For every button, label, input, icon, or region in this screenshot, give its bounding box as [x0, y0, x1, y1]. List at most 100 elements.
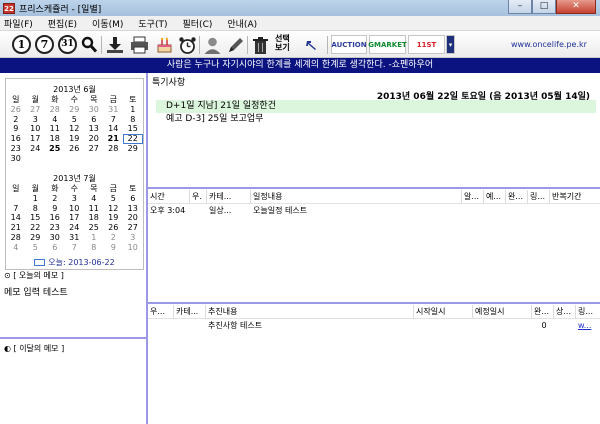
column-alarm[interactable]: 알... — [462, 190, 484, 204]
menu-tools[interactable]: 도구(T) — [138, 17, 167, 30]
month-view-button[interactable]: 31 — [58, 35, 77, 54]
calendar-day[interactable]: 25 — [84, 223, 104, 233]
calendar-day[interactable]: 18 — [84, 213, 104, 223]
trash-icon[interactable] — [250, 35, 270, 55]
memo-toggle-icon[interactable]: ⊙ — [4, 271, 11, 280]
calendar-day[interactable]: 24 — [65, 223, 85, 233]
calendar-day[interactable]: 13 — [123, 204, 143, 214]
menu-filter[interactable]: 필터(C) — [183, 17, 213, 30]
calendar-day[interactable]: 26 — [6, 105, 26, 115]
calendar-day[interactable]: 17 — [26, 134, 46, 144]
calendar-day[interactable]: 14 — [104, 124, 124, 134]
calendar-day[interactable]: 8 — [84, 243, 104, 253]
calendar-day[interactable]: 8 — [123, 115, 143, 125]
calendar-day[interactable]: 31 — [104, 105, 124, 115]
search-icon[interactable] — [80, 35, 98, 54]
column-category[interactable]: 카테... — [207, 190, 251, 204]
column-link[interactable]: 링... — [528, 190, 550, 204]
calendar-day[interactable]: 8 — [26, 204, 46, 214]
download-icon[interactable] — [105, 35, 125, 55]
calendar-day[interactable]: 4 — [84, 194, 104, 204]
calendar-day[interactable]: 15 — [123, 124, 143, 134]
calendar-day[interactable]: 30 — [45, 233, 65, 243]
menu-edit[interactable]: 편집(E) — [48, 17, 77, 30]
calendar-day[interactable]: 7 — [6, 204, 26, 214]
calendar-day[interactable]: 17 — [65, 213, 85, 223]
calendar-day[interactable]: 29 — [26, 233, 46, 243]
calendar-day[interactable]: 4 — [6, 243, 26, 253]
menu-help[interactable]: 안내(A) — [227, 17, 257, 30]
calendar-day[interactable]: 24 — [26, 144, 46, 154]
pane-divider[interactable] — [148, 302, 600, 304]
homepage-link[interactable]: www.oncelife.pe.kr — [511, 40, 587, 49]
calendar-day[interactable]: 29 — [65, 105, 85, 115]
menu-file[interactable]: 파일(F) — [4, 17, 33, 30]
calendar-day[interactable]: 9 — [6, 124, 26, 134]
calendar-day[interactable]: 21 — [6, 223, 26, 233]
minimize-button[interactable]: – — [508, 0, 532, 14]
calendar-day[interactable]: 31 — [65, 233, 85, 243]
calendar-day[interactable]: 9 — [45, 204, 65, 214]
notice-item[interactable]: D+1일 지남] 21일 일정한건 — [156, 100, 596, 113]
day-view-button[interactable]: 1 — [12, 35, 31, 54]
column-done[interactable]: 완... — [506, 190, 528, 204]
calendar-day[interactable]: 3 — [26, 115, 46, 125]
calendar-day[interactable]: 29 — [123, 144, 143, 154]
calendar-day[interactable]: 6 — [45, 243, 65, 253]
maximize-button[interactable]: □ — [532, 0, 556, 14]
select-view-button[interactable]: 선택 보기 — [275, 34, 290, 52]
calendar-day[interactable]: 22 — [26, 223, 46, 233]
printer-icon[interactable] — [129, 35, 149, 55]
calendar-day[interactable]: 10 — [123, 243, 143, 253]
calendar-day[interactable]: 11 — [45, 124, 65, 134]
calendar-day[interactable]: 28 — [45, 105, 65, 115]
alarm-clock-icon[interactable] — [177, 35, 197, 55]
cell-link[interactable]: w... — [576, 319, 600, 332]
calendar-day[interactable]: 20 — [123, 213, 143, 223]
calendar-day[interactable]: 5 — [26, 243, 46, 253]
calendar-day[interactable]: 26 — [104, 223, 124, 233]
auction-banner[interactable]: AUCTION — [331, 35, 367, 54]
column-done[interactable]: 완... — [532, 305, 554, 319]
gmarket-banner[interactable]: GMARKET — [368, 35, 407, 54]
calendar-day[interactable]: 23 — [45, 223, 65, 233]
column-task[interactable]: 추진내용 — [206, 305, 414, 319]
table-row[interactable]: 오후 3:04 일상... 오늘일정 테스트 — [148, 204, 600, 217]
calendar-day[interactable]: 26 — [65, 144, 85, 154]
column-status[interactable]: 상... — [554, 305, 576, 319]
calendar-day[interactable]: 27 — [26, 105, 46, 115]
calendar-day[interactable]: 30 — [84, 105, 104, 115]
calendar-day[interactable]: 9 — [104, 243, 124, 253]
calendar-day[interactable]: 16 — [6, 134, 26, 144]
calendar-day[interactable]: 7 — [104, 115, 124, 125]
column-due[interactable]: 예정일시 — [473, 305, 532, 319]
calendar-day[interactable]: 28 — [6, 233, 26, 243]
column-start[interactable]: 시작일시 — [414, 305, 473, 319]
notice-item[interactable]: 예고 D-3] 25일 보고업무 — [156, 113, 596, 126]
calendar-day[interactable]: 21 — [104, 134, 124, 144]
calendar-day[interactable]: 18 — [45, 134, 65, 144]
calendar-day[interactable]: 11 — [84, 204, 104, 214]
calendar-day[interactable]: 27 — [123, 223, 143, 233]
calendar-day[interactable]: 19 — [65, 134, 85, 144]
user-icon[interactable] — [202, 35, 222, 55]
calendar-day[interactable]: 4 — [45, 115, 65, 125]
calendar-day[interactable]: 2 — [104, 233, 124, 243]
column-link[interactable]: 링... — [576, 305, 600, 319]
column-category[interactable]: 카테... — [174, 305, 206, 319]
calendar-day[interactable]: 12 — [104, 204, 124, 214]
pane-divider[interactable] — [148, 187, 600, 189]
calendar-day[interactable]: 3 — [123, 233, 143, 243]
calendar-day[interactable]: 1 — [123, 105, 143, 115]
calendar-day[interactable]: 16 — [45, 213, 65, 223]
pen-icon[interactable] — [225, 35, 245, 55]
cake-icon[interactable] — [154, 35, 174, 55]
calendar-day[interactable]: 13 — [84, 124, 104, 134]
column-repeat[interactable]: 반복기간 — [550, 190, 600, 204]
column-priority[interactable]: 우... — [148, 305, 174, 319]
calendar-day[interactable]: 28 — [104, 144, 124, 154]
calendar-day[interactable]: 6 — [84, 115, 104, 125]
calendar-day[interactable]: 23 — [6, 144, 26, 154]
calendar-day[interactable]: 27 — [84, 144, 104, 154]
11st-banner[interactable]: 11ST — [408, 35, 445, 54]
